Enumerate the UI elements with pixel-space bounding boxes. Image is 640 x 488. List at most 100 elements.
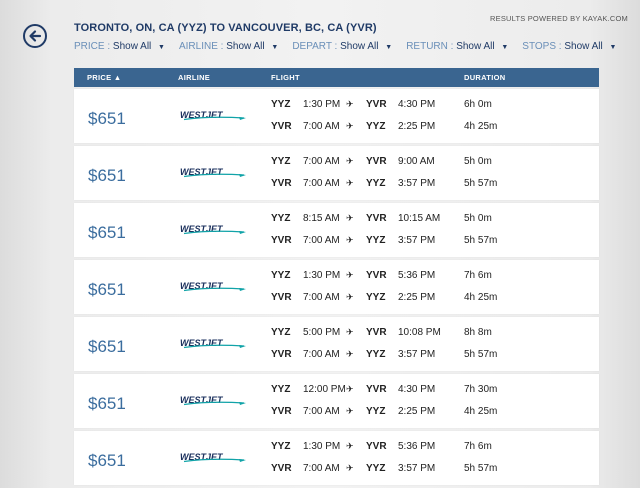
arrive-time: 2:25 PM (398, 292, 436, 303)
origin-code: YYZ (271, 99, 291, 110)
depart-time: 7:00 AM (303, 349, 340, 360)
filter-value: Show All (564, 41, 603, 52)
caret-down-icon: ▼ (158, 44, 165, 51)
destination-code: YYZ (366, 178, 386, 189)
origin-code: YVR (271, 235, 292, 246)
depart-time: 7:00 AM (303, 178, 340, 189)
logo-text: WESTJET (180, 395, 224, 405)
westjet-logo: WESTJET (180, 167, 246, 178)
logo-text: WESTJET (180, 167, 224, 177)
origin-code: YYZ (271, 441, 291, 452)
depart-time: 7:00 AM (303, 156, 340, 167)
arrive-time: 4:30 PM (398, 99, 436, 110)
plane-arrow-icon: ✈ (346, 121, 354, 131)
result-row[interactable]: $651 WESTJET YYZ 1:30 PM ✈ YVR 5:36 PM 7… (74, 431, 599, 485)
westjet-logo: WESTJET (180, 224, 246, 235)
depart-time: 5:00 PM (303, 327, 341, 338)
results-list: $651 WESTJET YYZ 1:30 PM ✈ YVR 4:30 PM 6… (74, 89, 599, 488)
plane-arrow-icon: ✈ (346, 292, 354, 302)
plane-arrow-icon: ✈ (346, 213, 354, 223)
result-row[interactable]: $651 WESTJET YYZ 7:00 AM ✈ YVR 9:00 AM 5… (74, 146, 599, 200)
arrive-time: 3:57 PM (398, 178, 436, 189)
result-row[interactable]: $651 WESTJET YYZ 5:00 PM ✈ YVR 10:08 PM … (74, 317, 599, 371)
price: $651 (88, 394, 126, 413)
filter-label: AIRLINE : (178, 41, 224, 52)
filter-value: Show All (340, 41, 379, 52)
filter-airline[interactable]: AIRLINE : Show All ▼ (179, 41, 278, 52)
plane-arrow-icon: ✈ (346, 384, 354, 394)
price: $651 (88, 451, 126, 470)
depart-time: 7:00 AM (303, 406, 340, 417)
westjet-logo: WESTJET (180, 338, 246, 349)
arrive-time: 2:25 PM (398, 406, 436, 417)
arrive-time: 10:15 AM (398, 213, 441, 224)
depart-time: 1:30 PM (303, 441, 341, 452)
origin-code: YVR (271, 349, 292, 360)
price: $651 (88, 166, 126, 185)
plane-arrow-icon: ✈ (346, 327, 354, 337)
filter-bar: PRICE : Show All ▼ AIRLINE : Show All ▼ … (74, 41, 630, 52)
destination-code: YVR (366, 441, 387, 452)
westjet-logo: WESTJET (180, 452, 246, 463)
origin-code: YYZ (271, 384, 291, 395)
filter-label: RETURN : (406, 41, 454, 52)
arrive-time: 10:08 PM (398, 327, 441, 338)
origin-code: YVR (271, 121, 292, 132)
result-row[interactable]: $651 WESTJET YYZ 1:30 PM ✈ YVR 4:30 PM 6… (74, 89, 599, 143)
duration: 7h 6m (464, 441, 492, 452)
filter-depart[interactable]: DEPART : Show All ▼ (292, 41, 392, 52)
origin-code: YVR (271, 406, 292, 417)
westjet-logo: WESTJET (180, 281, 246, 292)
logo-text: WESTJET (180, 452, 224, 462)
duration: 5h 57m (464, 349, 498, 360)
arrow-left-icon (29, 30, 42, 42)
filter-return[interactable]: RETURN : Show All ▼ (406, 41, 508, 52)
column-header-price[interactable]: PRICE ▲ (87, 73, 122, 82)
filter-label: PRICE : (74, 41, 111, 52)
destination-code: YYZ (366, 121, 386, 132)
origin-code: YVR (271, 292, 292, 303)
duration: 5h 0m (464, 213, 492, 224)
duration: 6h 0m (464, 99, 492, 110)
plane-arrow-icon: ✈ (346, 99, 354, 109)
filter-value: Show All (226, 41, 265, 52)
column-header-duration[interactable]: DURATION (464, 73, 505, 82)
destination-code: YYZ (366, 235, 386, 246)
depart-time: 8:15 AM (303, 213, 340, 224)
arrive-time: 5:36 PM (398, 270, 436, 281)
origin-code: YVR (271, 178, 292, 189)
origin-code: YYZ (271, 156, 291, 167)
plane-arrow-icon: ✈ (346, 178, 354, 188)
duration: 7h 30m (464, 384, 498, 395)
price: $651 (88, 109, 126, 128)
filter-label: DEPART : (292, 41, 338, 52)
destination-code: YVR (366, 156, 387, 167)
plane-arrow-icon: ✈ (346, 406, 354, 416)
price: $651 (88, 280, 126, 299)
result-row[interactable]: $651 WESTJET YYZ 8:15 AM ✈ YVR 10:15 AM … (74, 203, 599, 257)
result-row[interactable]: $651 WESTJET YYZ 1:30 PM ✈ YVR 5:36 PM 7… (74, 260, 599, 314)
duration: 5h 57m (464, 178, 498, 189)
results-table-header: PRICE ▲ AIRLINE FLIGHT DURATION (74, 68, 599, 87)
filter-stops[interactable]: STOPS : Show All ▼ (522, 41, 616, 52)
arrive-time: 3:57 PM (398, 235, 436, 246)
logo-text: WESTJET (180, 338, 224, 348)
plane-arrow-icon: ✈ (346, 270, 354, 280)
destination-code: YVR (366, 270, 387, 281)
price: $651 (88, 337, 126, 356)
duration: 4h 25m (464, 121, 498, 132)
plane-arrow-icon: ✈ (346, 349, 354, 359)
column-header-airline[interactable]: AIRLINE (178, 73, 210, 82)
filter-label: STOPS : (522, 41, 562, 52)
depart-time: 1:30 PM (303, 99, 341, 110)
result-row[interactable]: $651 WESTJET YYZ 12:00 PM ✈ YVR 4:30 PM … (74, 374, 599, 428)
arrive-time: 3:57 PM (398, 349, 436, 360)
column-header-flight[interactable]: FLIGHT (271, 73, 300, 82)
depart-time: 7:00 AM (303, 235, 340, 246)
destination-code: YYZ (366, 406, 386, 417)
depart-time: 7:00 AM (303, 292, 340, 303)
filter-price[interactable]: PRICE : Show All ▼ (74, 41, 165, 52)
destination-code: YVR (366, 99, 387, 110)
back-button[interactable] (23, 24, 47, 48)
duration: 5h 57m (464, 235, 498, 246)
